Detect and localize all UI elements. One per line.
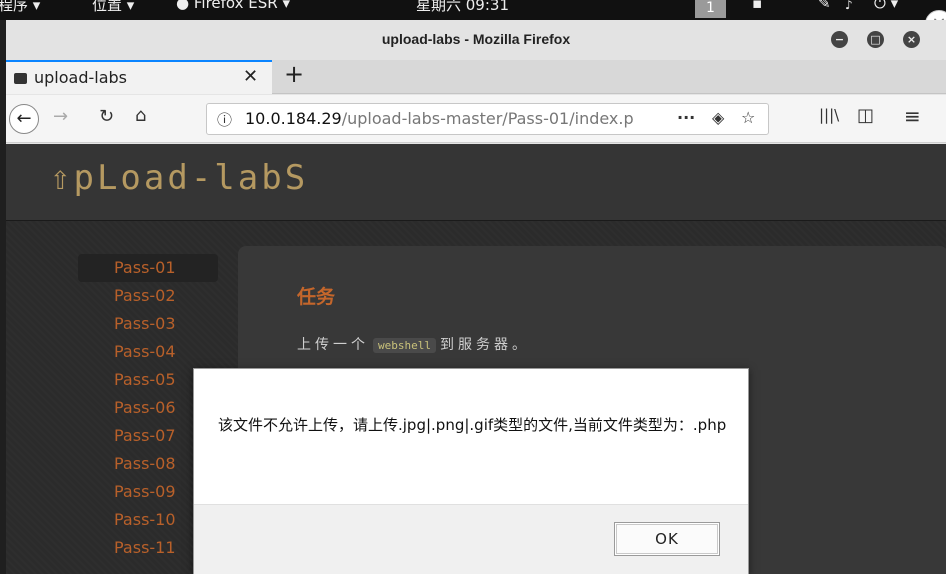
site-info-icon[interactable]: ⓘ [217,109,232,130]
minimize-icon[interactable]: − [831,31,848,48]
tab-bar: upload-labs ✕ + [6,60,946,94]
alert-message: 该文件不允许上传，请上传.jpg|.png|.gif类型的文件,当前文件类型为：… [218,416,727,434]
back-arrow-icon[interactable]: ← [9,104,39,134]
task-suffix: 到服务器。 [439,337,530,353]
forward-arrow-icon[interactable]: → [53,106,68,127]
maximize-icon[interactable]: □ [867,31,884,48]
sidebar-toggle-icon[interactable]: ◫ [857,105,874,126]
task-prefix: 上传一个 [297,337,369,353]
power-icon[interactable]: ⏻ ▾ [874,0,898,12]
url-path: /upload-labs-master/Pass-01/index.p [341,109,634,128]
hamburger-menu-icon[interactable]: ≡ [904,104,921,128]
navigation-toolbar: ← → ↻ ⌂ ⓘ 10.0.184.29/upload-labs-master… [6,95,946,143]
bookmark-star-icon[interactable]: ☆ [741,108,755,127]
folder-icon [14,73,27,84]
pin-icon: ✎ [818,0,831,12]
places-menu[interactable]: 位置 ▾ [92,0,134,15]
new-tab-icon[interactable]: + [284,60,304,88]
url-host: 10.0.184.29 [245,109,342,128]
window-title: upload-labs - Mozilla Firefox [381,31,571,47]
alert-dialog: 该文件不允许上传，请上传.jpg|.png|.gif类型的文件,当前文件类型为：… [193,368,749,574]
ok-button[interactable]: OK [614,522,720,556]
tab-close-icon[interactable]: ✕ [243,66,258,87]
dialog-footer: OK [194,504,748,574]
window-close-icon[interactable]: × [903,31,920,48]
workspace-indicator[interactable]: 1 [695,0,726,18]
system-top-bar: 程序 ▾ 位置 ▾ ● Firefox ESR ▾ 星期六 09:31 1 ▪ … [0,0,946,20]
pocket-icon[interactable]: ◈ [712,108,724,127]
page-actions-icon[interactable]: ··· [677,108,695,127]
tab-label: upload-labs [34,68,128,87]
url-bar[interactable]: ⓘ 10.0.184.29/upload-labs-master/Pass-01… [206,103,769,135]
firefox-icon: ● [176,0,190,12]
video-icon: ▪ [752,0,763,12]
library-icon[interactable]: |||\ [819,106,839,124]
task-title: 任务 [297,286,336,308]
task-description: 上传一个 webshell 到服务器。 [297,334,530,354]
volume-icon: ♪ [845,0,853,12]
sidebar-item-pass-01[interactable]: Pass-01 [78,254,218,282]
url-text[interactable]: 10.0.184.29/upload-labs-master/Pass-01/i… [245,109,645,128]
task-code: webshell [373,338,436,353]
app-menu[interactable]: ● Firefox ESR ▾ [176,0,290,12]
site-logo[interactable]: ⇧pLoad-labS [50,158,308,198]
app-menu-label: Firefox ESR ▾ [193,0,291,12]
firefox-window: upload-labs - Mozilla Firefox − □ × uplo… [6,20,946,574]
tab-upload-labs[interactable]: upload-labs ✕ [6,60,272,94]
sidebar-item-pass-03[interactable]: Pass-03 [78,310,218,338]
applications-menu[interactable]: 程序 ▾ [0,0,40,15]
home-icon[interactable]: ⌂ [135,105,146,126]
sidebar-item-pass-02[interactable]: Pass-02 [78,282,218,310]
window-titlebar: upload-labs - Mozilla Firefox − □ × [6,20,946,60]
sidebar-item-pass-04[interactable]: Pass-04 [78,338,218,366]
reload-icon[interactable]: ↻ [99,106,114,127]
clock[interactable]: 星期六 09:31 [416,0,509,15]
page-header: ⇧pLoad-labS [6,144,946,221]
